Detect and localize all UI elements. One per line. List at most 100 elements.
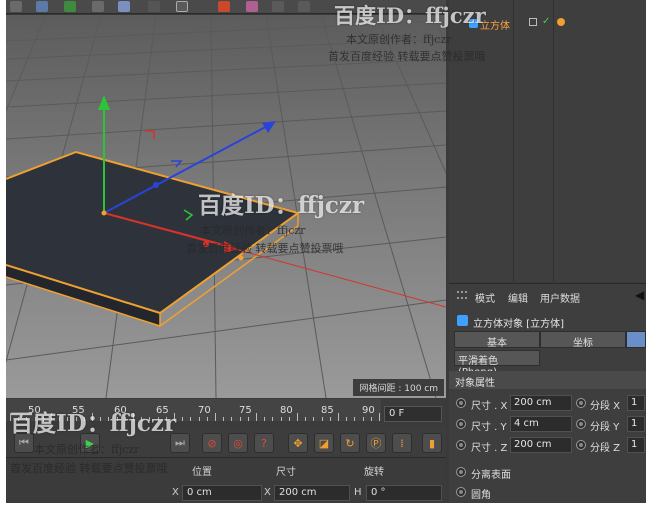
ruler-label: 85 [321,405,334,416]
ruler-label: 90 [362,405,375,416]
size-x-radio[interactable] [456,398,466,408]
ruler-tick [280,417,282,421]
keyframe-selection-icon[interactable]: ? [254,433,274,453]
tag-icon[interactable] [557,18,565,26]
cube-object-icon [457,315,468,326]
watermark-id-top: 百度ID：ffjczr [334,3,486,28]
ruler-tick [329,417,331,421]
size-z-label: 尺寸 . Z [471,443,508,454]
size-x-field[interactable]: 200 cm [510,395,572,411]
key-rotation-icon[interactable]: ↻ [340,433,360,453]
fillet-label: 圆角 [471,490,491,501]
pos-x-label: X [172,487,179,498]
seg-x-radio[interactable] [576,398,586,408]
rotate-tool-icon[interactable] [92,1,104,12]
ruler-tick [223,417,225,421]
record-keyframe-icon[interactable]: ⊘ [202,433,222,453]
visibility-dots-icon[interactable] [529,18,537,26]
ruler-tick [288,417,290,421]
ruler-tick [297,413,298,421]
enabled-check-icon[interactable]: ✓ [542,16,550,27]
watermark-author-top: 本文原创作者：ffjczr [346,33,452,46]
ruler-tick [190,417,192,421]
seg-y-radio[interactable] [576,419,586,429]
ruler-tick [215,413,216,421]
seg-z-field[interactable]: 1 [627,437,645,453]
ruler-tick [362,417,364,421]
menu-mode[interactable]: 模式 [475,290,495,305]
seg-z-radio[interactable] [576,440,586,450]
ruler-tick [346,417,348,421]
film-strip-icon[interactable]: ▮ [422,433,442,453]
ruler-tick [354,417,356,421]
back-arrow-icon[interactable]: ◀ [635,288,644,302]
seg-y-label: 分段 Y [590,422,620,433]
menu-user-data[interactable]: 用户数据 [540,290,580,305]
coord-position-header: 位置 [192,467,212,478]
size-z-field[interactable]: 200 cm [510,437,572,453]
seg-x-field[interactable]: 1 [627,395,645,411]
separate-surfaces-radio[interactable] [456,467,466,477]
ruler-tick [239,417,241,421]
ruler-tick [264,417,266,421]
seg-x-label: 分段 X [590,401,621,412]
tab-object-active[interactable] [626,331,646,348]
object-properties-header: 对象属性 [449,371,646,389]
ruler-tick [182,417,184,421]
size-x-label: 尺寸 . X [471,401,508,412]
coord-rotation-header: 旋转 [364,467,384,478]
rot-h-label: H [354,487,362,498]
ruler-tick [338,413,339,421]
ruler-tick [206,417,208,421]
watermark-id-middle: 百度ID：ffjczr [198,192,365,219]
render-settings-icon[interactable] [176,1,188,12]
watermark-id-bottom: 百度ID：ffjczr [10,410,177,437]
render-view-icon[interactable] [148,1,160,12]
ruler-tick [198,417,200,421]
object-title: 立方体对象 [立方体] [473,319,564,330]
ruler-tick [321,417,323,421]
watermark-cta-top: 首发百度经验 转载要点赞投票哦 [328,50,486,63]
tab-phong[interactable]: 平滑着色(Phong) [454,350,540,378]
axis-icon[interactable] [118,1,130,12]
watermark-cta-bottom: 首发百度经验 转载要点赞投票哦 [10,462,168,475]
size-x-label: X [264,487,271,498]
menu-edit[interactable]: 编辑 [508,290,528,305]
key-position-icon[interactable]: ✥ [288,433,308,453]
size-x-field[interactable]: 200 cm [274,485,350,501]
tab-coordinates[interactable]: 坐标 [540,331,626,349]
key-pla-icon[interactable]: ⁞ [392,433,412,453]
seg-z-label: 分段 Z [590,443,621,454]
undo-icon[interactable] [10,1,22,12]
current-frame-field[interactable]: 0 F [384,406,442,422]
rot-h-field[interactable]: 0 ° [366,485,442,501]
seg-y-field[interactable]: 1 [627,416,645,432]
ruler-label: 75 [239,405,252,416]
fillet-radio[interactable] [456,487,466,497]
key-scale-icon[interactable]: ◪ [314,433,334,453]
watermark-cta-middle: 首发百度经验 转载要点赞投票哦 [186,242,344,255]
ruler-label: 70 [198,405,211,416]
scale-tool-icon[interactable] [64,1,76,12]
coord-size-header: 尺寸 [276,467,296,478]
nurbs-icon[interactable] [272,1,284,12]
cube-primitive-icon[interactable] [218,1,230,12]
size-y-field[interactable]: 4 cm [510,416,572,432]
ruler-tick [305,417,307,421]
size-z-radio[interactable] [456,440,466,450]
watermark-author-bottom: 本文原创作者：ffjczr [34,443,140,456]
spline-icon[interactable] [246,1,258,12]
size-y-radio[interactable] [456,419,466,429]
size-y-label: 尺寸 . Y [471,422,507,433]
tab-basic[interactable]: 基本 [454,331,540,349]
pos-x-field[interactable]: 0 cm [182,485,262,501]
separate-surfaces-label: 分离表面 [471,470,511,481]
key-parameter-icon[interactable]: Ⓟ [366,433,386,453]
move-tool-icon[interactable] [36,1,48,12]
ruler-tick [231,417,233,421]
ruler-tick [272,417,274,421]
auto-keyframe-icon[interactable]: ◎ [228,433,248,453]
watermark-author-middle: 本文原创作者：ffjczr [200,224,306,237]
deformer-icon[interactable] [298,1,310,12]
attribute-manager: 模式 编辑 用户数据 ◀ 立方体对象 [立方体] 基本 坐标 平滑着色(Phon… [449,283,646,503]
